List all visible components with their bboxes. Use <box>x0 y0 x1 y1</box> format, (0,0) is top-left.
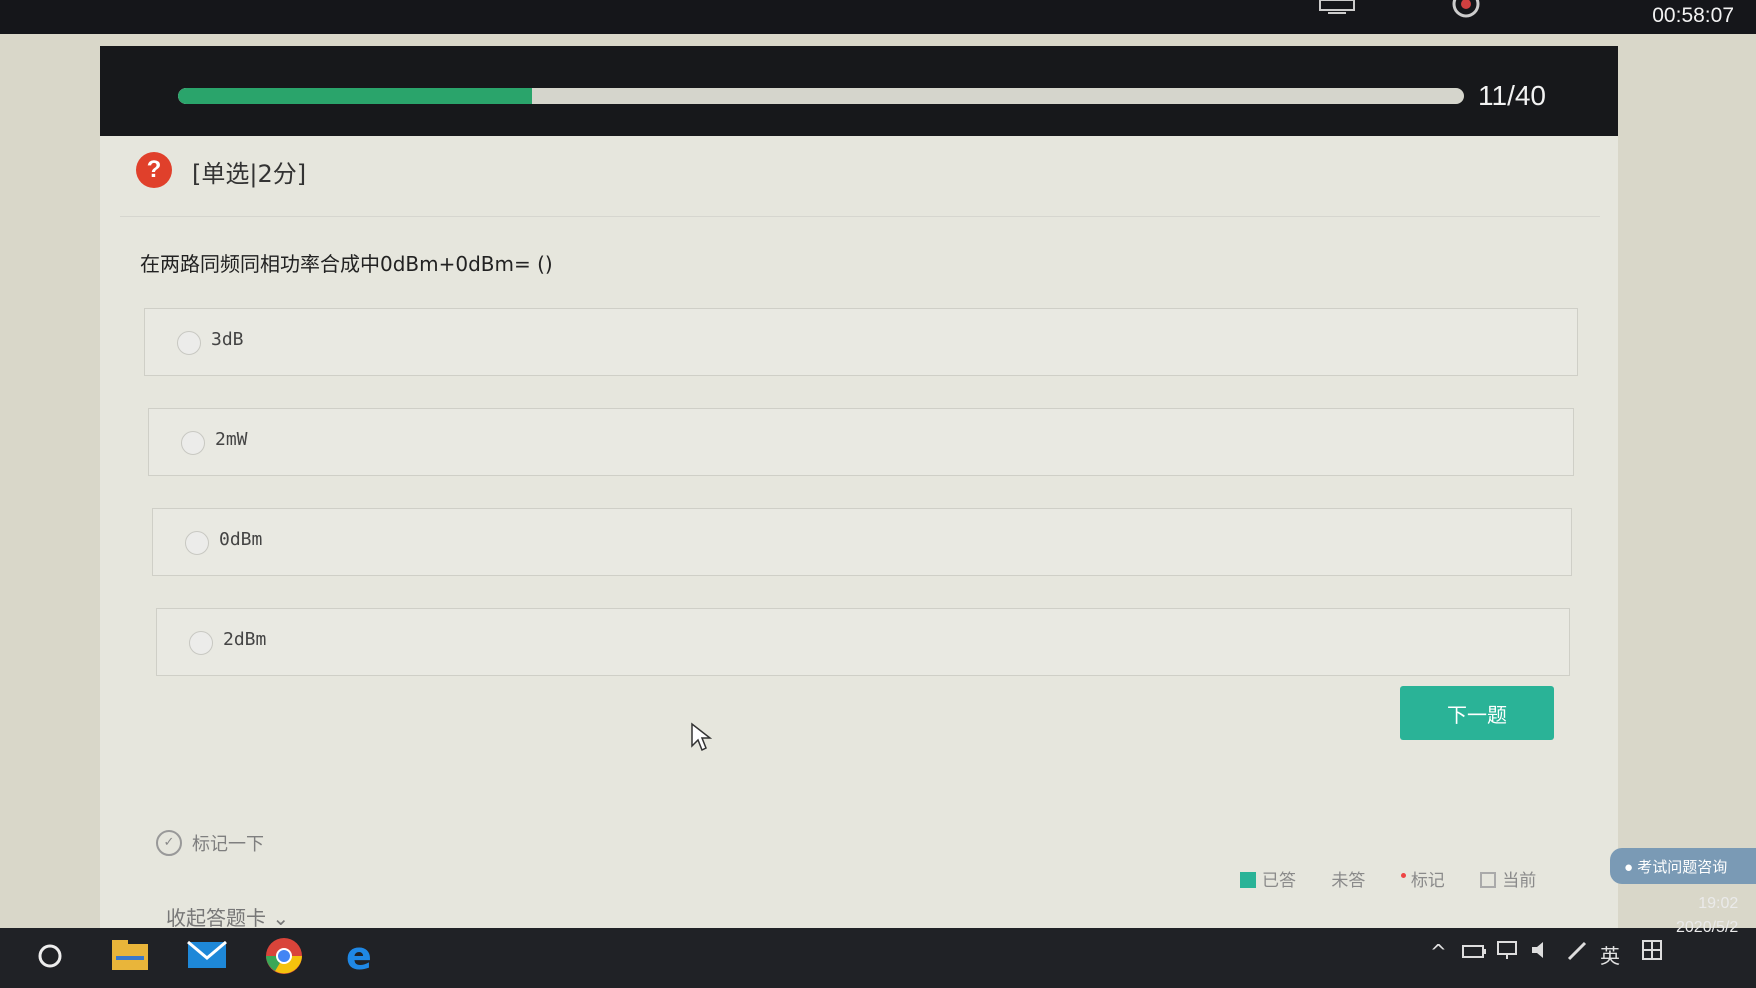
check-circle-icon: ✓ <box>156 830 182 856</box>
progress-fill <box>178 88 532 104</box>
answered-swatch <box>1240 872 1256 888</box>
clock-time: 19:02 <box>1698 895 1739 912</box>
divider <box>120 216 1600 217</box>
progress-header: 11/40 <box>100 46 1618 136</box>
radio-button[interactable] <box>185 531 209 555</box>
consult-label: 考试问题咨询 <box>1637 858 1728 876</box>
option-a[interactable]: 3dB <box>144 308 1578 376</box>
progress-bar <box>178 88 1464 104</box>
battery-icon[interactable] <box>1462 940 1486 964</box>
windows-taskbar: e ^ 英 19:02 2020/5/2 <box>0 895 1756 988</box>
option-label: 3dB <box>211 329 244 350</box>
monitor-icon <box>1318 0 1358 20</box>
system-clock[interactable]: 19:02 2020/5/2 <box>1676 892 1738 940</box>
question-type-label: [单选|2分] <box>192 160 307 188</box>
legend-current: 当前 <box>1480 866 1536 891</box>
mark-label: 标记一下 <box>192 834 264 855</box>
option-label: 2dBm <box>223 629 267 650</box>
ime-mode-icon[interactable] <box>1642 940 1662 965</box>
collapse-answer-card[interactable]: 收起答题卡 ⌄ <box>166 902 289 931</box>
camera-icon <box>1448 0 1488 24</box>
option-c[interactable]: 0dBm <box>152 508 1572 576</box>
volume-icon[interactable] <box>1530 940 1552 965</box>
legend-unanswered: 未答 <box>1331 866 1365 891</box>
answer-legend: 已答 未答 标记 当前 <box>1240 866 1566 894</box>
legend-marked-label: 标记 <box>1410 871 1445 891</box>
chat-icon: ● <box>1624 858 1638 876</box>
legend-current-label: 当前 <box>1502 871 1537 891</box>
search-circle-icon[interactable] <box>36 942 64 974</box>
clock-date: 2020/5/2 <box>1676 919 1739 936</box>
mail-icon[interactable] <box>186 936 228 976</box>
exam-consult-button[interactable]: ● 考试问题咨询 <box>1610 848 1756 884</box>
legend-answered-label: 已答 <box>1262 871 1296 891</box>
chrome-icon[interactable] <box>264 936 304 980</box>
radio-button[interactable] <box>189 631 213 655</box>
radio-button[interactable] <box>181 431 205 455</box>
current-swatch <box>1480 872 1497 888</box>
question-text: 在两路同频同相功率合成中0dBm+0dBm= () <box>140 252 553 276</box>
mouse-cursor-icon <box>690 722 713 756</box>
network-icon[interactable] <box>1496 940 1520 965</box>
legend-marked: 标记 <box>1400 866 1445 891</box>
pen-icon[interactable] <box>1566 940 1588 967</box>
question-counter: 11/40 <box>1478 80 1546 111</box>
chevron-up-icon[interactable]: ^ <box>1430 940 1447 964</box>
option-b[interactable]: 2mW <box>148 408 1574 476</box>
exam-timer: 00:58:07 <box>1652 4 1734 27</box>
radio-button[interactable] <box>177 331 201 355</box>
file-explorer-icon[interactable] <box>110 936 150 976</box>
question-mark-icon: ? <box>136 152 172 188</box>
next-question-button[interactable]: 下一题 <box>1400 686 1554 740</box>
exam-window: 11/40 ? [单选|2分] 在两路同频同相功率合成中0dBm+0dBm= (… <box>100 46 1618 946</box>
ime-language[interactable]: 英 <box>1600 940 1620 969</box>
legend-answered: 已答 <box>1240 866 1296 891</box>
marked-dot <box>1400 873 1406 878</box>
top-status-bar: 00:58:07 <box>0 0 1756 34</box>
option-label: 0dBm <box>219 529 263 550</box>
legend-unanswered-label: 未答 <box>1331 871 1366 891</box>
option-label: 2mW <box>215 429 248 450</box>
svg-text:e: e <box>346 936 372 976</box>
option-d[interactable]: 2dBm <box>156 608 1570 676</box>
edge-browser-icon[interactable]: e <box>342 934 382 980</box>
